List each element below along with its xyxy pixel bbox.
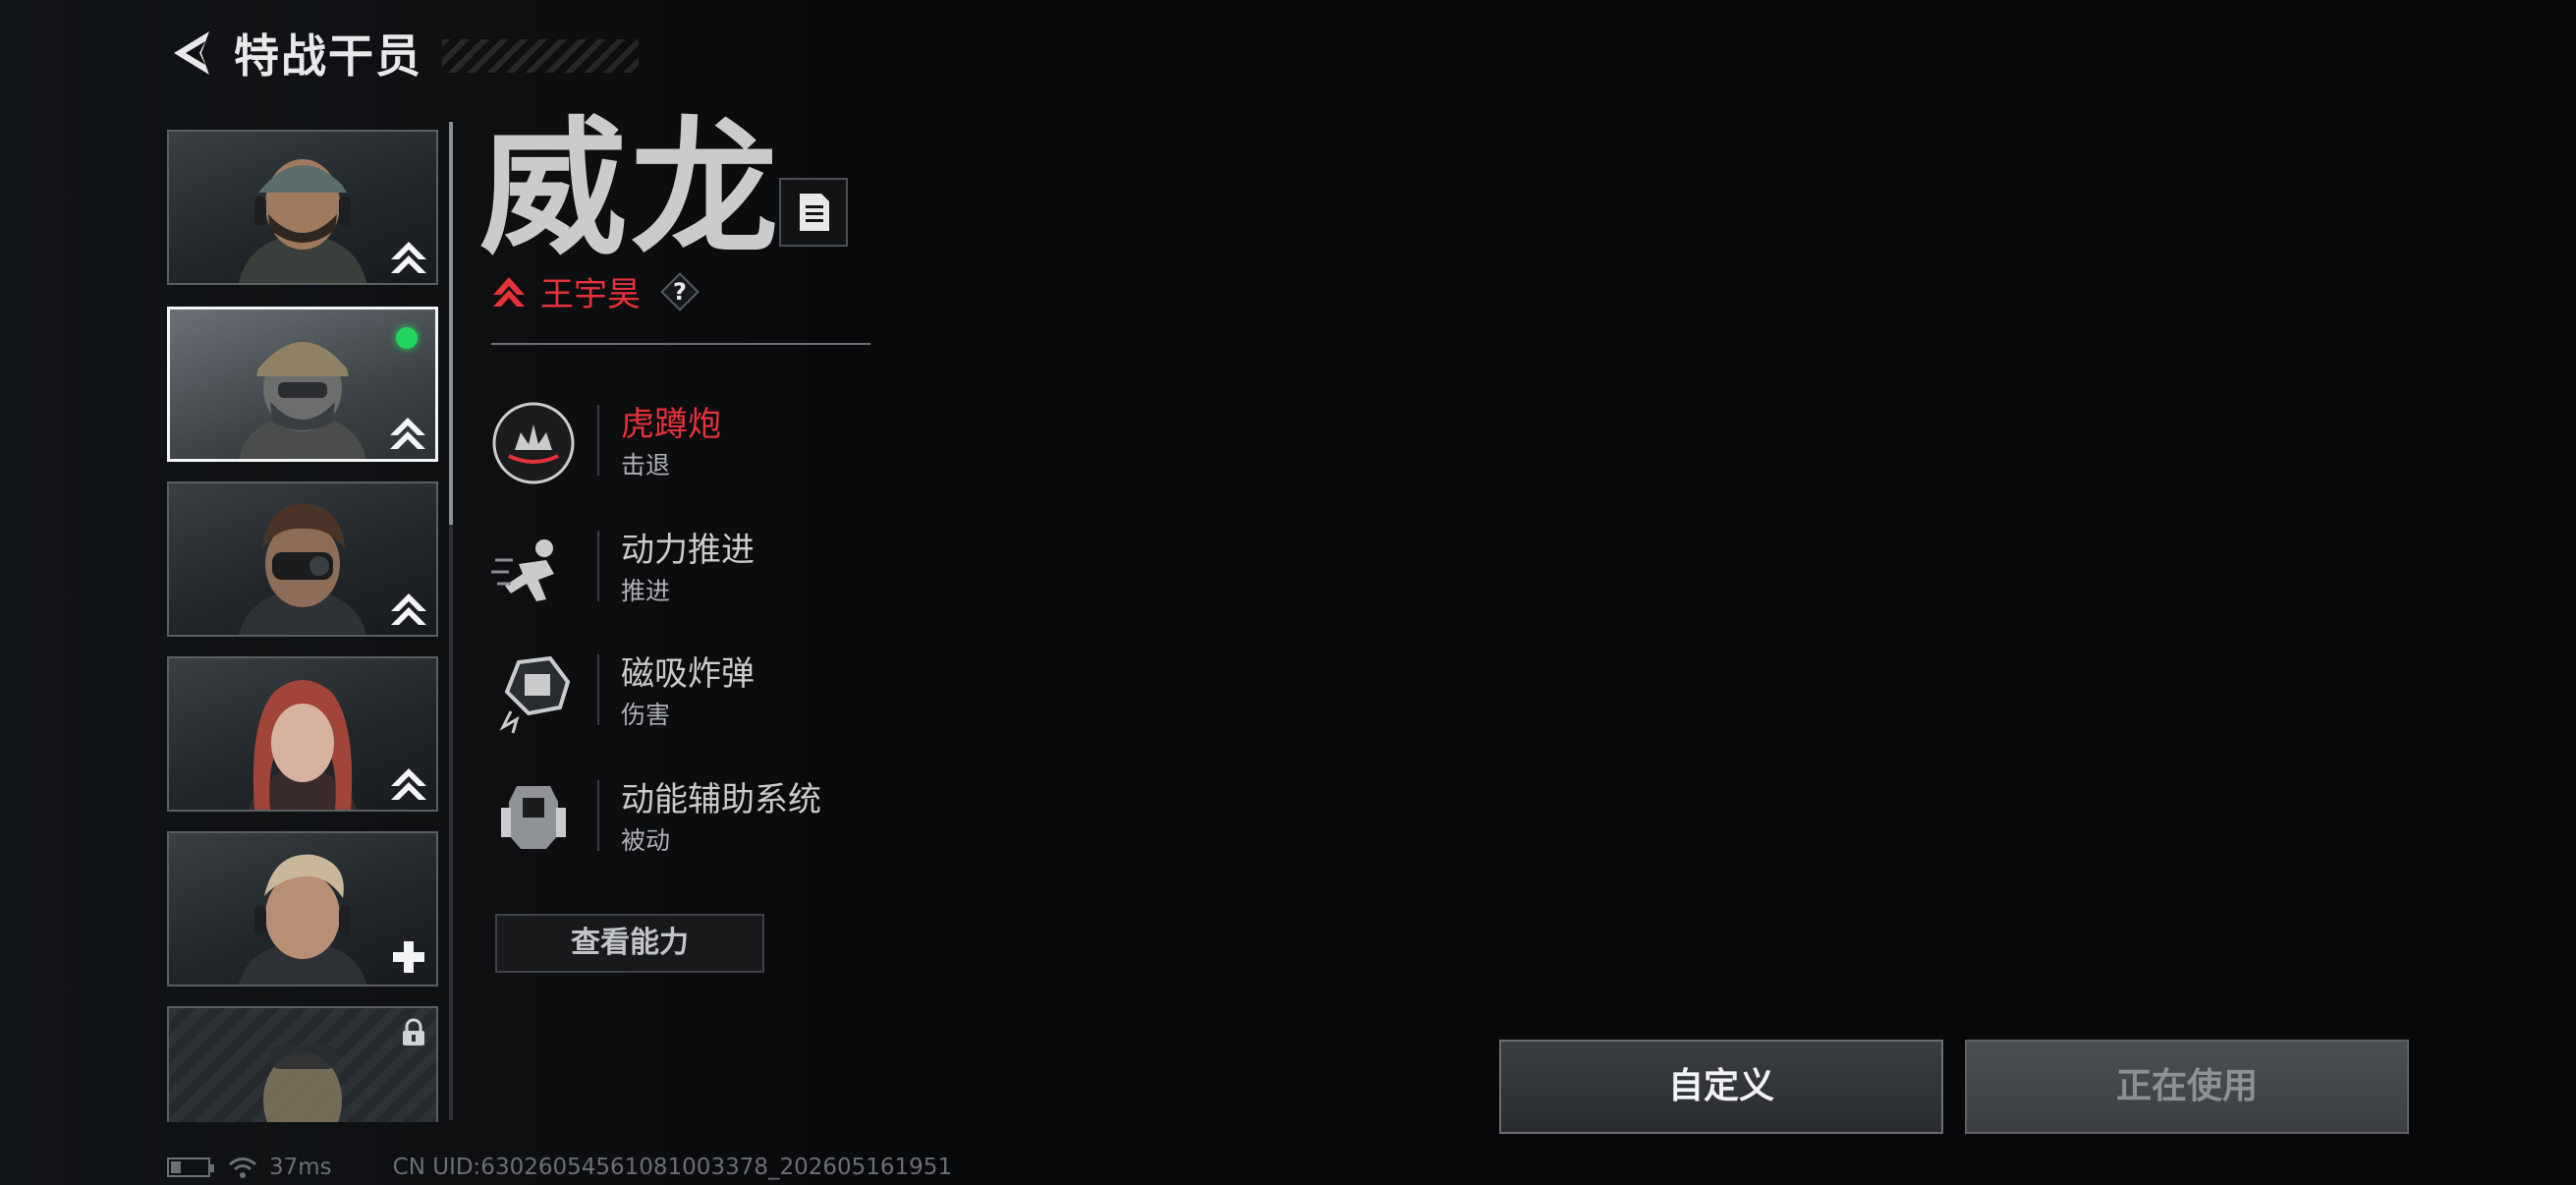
operator-portrait [239,342,366,459]
rank-chevron-icon [391,768,426,800]
ability-type: 伤害 [621,701,671,729]
ability-item[interactable]: 虎蹲炮 击退 [489,391,1039,485]
operator-card[interactable] [167,481,438,637]
operator-card[interactable] [167,130,438,285]
ability-name: 虎蹲炮 [621,405,721,444]
ability-name: 磁吸炸弹 [621,654,755,694]
back-arrow-icon [174,31,209,75]
page-title: 特战干员 [234,29,422,83]
customize-button-label: 自定义 [1667,1066,1774,1106]
operator-portrait [263,1045,342,1122]
view-abilities-button[interactable]: 查看能力 [495,914,764,973]
ping-value: 37ms [269,1155,332,1180]
operator-card-selected[interactable] [167,307,438,462]
lock-icon [403,1018,424,1045]
ability-separator [597,531,599,601]
ability-separator [597,780,599,851]
operator-portrait [239,159,366,283]
ability-type: 击退 [621,451,671,480]
dash-icon [491,539,554,601]
user-uid: CN UID:630260545610810033​78_20260516195… [392,1155,953,1180]
wifi-icon [229,1157,256,1178]
operator-card[interactable] [167,656,438,812]
operator-portrait [239,854,366,985]
role-class-icon [493,276,525,307]
detail-divider [491,343,870,345]
header-decoration [442,39,639,73]
ability-name: 动力推进 [621,531,755,570]
list-scrollbar-thumb[interactable] [449,122,453,525]
online-status-dot [396,327,418,349]
document-icon [800,194,829,231]
operator-name: 威龙 [479,104,783,275]
operator-portrait [239,503,366,635]
ability-type: 推进 [621,577,671,605]
ability-separator [597,654,599,725]
rank-chevron-icon [390,418,425,449]
ability-separator [597,405,599,476]
page-header: 特战干员 [167,26,639,83]
in-use-button[interactable]: 正在使用 [1965,1040,2409,1134]
ability-item[interactable]: 动能辅助系统 被动 [489,766,1039,861]
bio-document-button[interactable] [779,178,848,247]
status-bar: 37ms CN UID:630260545610810033​78_202605… [167,1154,952,1181]
operator-list[interactable] [167,130,442,1122]
operator-card[interactable] [167,831,438,987]
back-button[interactable] [167,28,216,78]
rank-chevron-icon [391,593,426,625]
operator-role: 王宇昊 ? [491,267,700,315]
ability-type: 被动 [621,826,671,855]
plus-icon [393,941,424,973]
customize-button[interactable]: 自定义 [1499,1040,1943,1134]
operator-real-name: 王宇昊 [540,275,641,314]
exo-suit-icon [501,786,566,849]
ability-item[interactable]: 磁吸炸弹 伤害 [489,641,1039,735]
magnet-bomb-icon [499,655,571,734]
battery-icon [167,1157,214,1177]
help-button[interactable]: ? [660,271,700,311]
in-use-button-label: 正在使用 [2115,1066,2258,1106]
ability-name: 动能辅助系统 [621,780,821,819]
mortar-icon [492,402,575,484]
help-question-icon: ? [673,277,687,306]
rank-chevron-icon [391,242,426,273]
operator-portrait [249,680,357,810]
operator-card-locked[interactable] [167,1006,438,1122]
ability-item[interactable]: 动力推进 推进 [489,517,1039,611]
